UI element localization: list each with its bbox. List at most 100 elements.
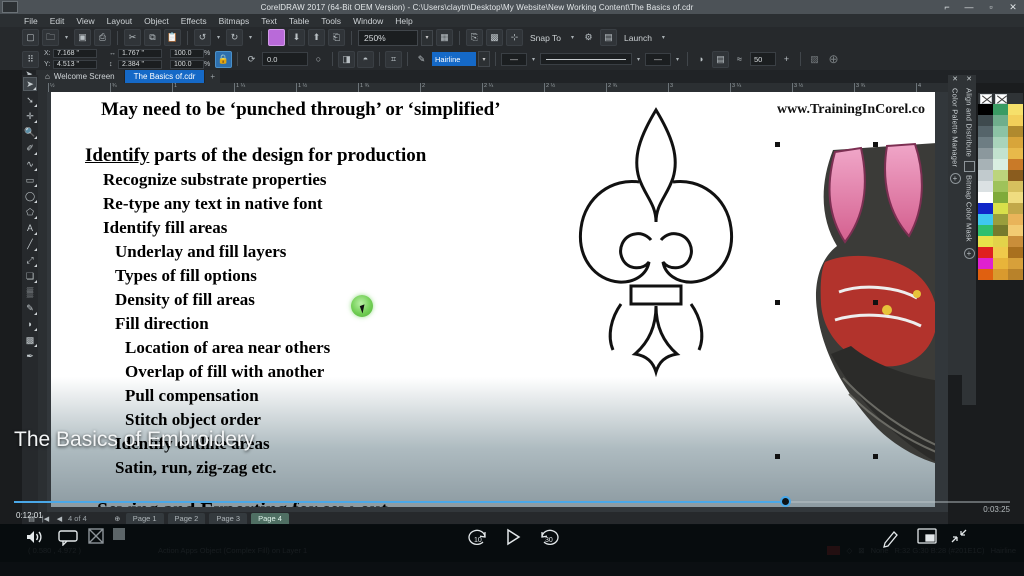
text-tool-icon[interactable]: A bbox=[23, 221, 37, 235]
scale-horizontal-input[interactable]: 100.0 bbox=[170, 49, 204, 58]
mirror-horizontal-icon[interactable]: ◨ bbox=[338, 50, 355, 68]
color-swatch[interactable] bbox=[978, 236, 993, 247]
object-position-group[interactable]: X: 7.168 " Y: 4.513 " bbox=[44, 49, 97, 69]
open-document-icon[interactable]: 🗀 bbox=[42, 29, 59, 46]
blend-icon[interactable]: ≈ bbox=[731, 51, 748, 68]
close-icon[interactable]: ✕ bbox=[952, 75, 958, 85]
view-grid-icon[interactable]: ▩ bbox=[486, 29, 503, 46]
color-swatch[interactable] bbox=[978, 159, 993, 170]
airplay-icon[interactable] bbox=[88, 528, 104, 544]
previous-page-icon[interactable]: ◀ bbox=[54, 514, 65, 524]
lock-ratio-icon[interactable]: 🔒 bbox=[215, 50, 232, 68]
paste-icon[interactable]: 📋 bbox=[164, 29, 181, 46]
selection-handle[interactable] bbox=[775, 454, 780, 459]
color-swatch[interactable] bbox=[1008, 115, 1023, 126]
selection-handle[interactable] bbox=[873, 142, 878, 147]
color-swatch[interactable] bbox=[1008, 148, 1023, 159]
publish-pdf-icon[interactable]: ⎗ bbox=[328, 29, 345, 46]
color-swatch[interactable] bbox=[1008, 170, 1023, 181]
color-swatch[interactable] bbox=[993, 170, 1008, 181]
y-position-input[interactable]: 4.513 " bbox=[53, 60, 97, 69]
color-swatch[interactable] bbox=[993, 247, 1008, 258]
color-swatch[interactable] bbox=[993, 258, 1008, 269]
guidelines-icon[interactable]: ⊹ bbox=[506, 29, 523, 46]
width-input[interactable]: 1.767 " bbox=[118, 49, 162, 58]
color-swatch[interactable] bbox=[978, 214, 993, 225]
zoom-to-fit-icon[interactable]: ▦ bbox=[436, 29, 453, 46]
freehand-tool-icon[interactable]: ✐ bbox=[23, 141, 37, 155]
line-style-select[interactable] bbox=[540, 53, 632, 65]
connector-tool-icon[interactable]: ⤢ bbox=[23, 253, 37, 267]
rectangle-tool-icon[interactable]: ▭ bbox=[23, 173, 37, 187]
open-recent-chevron-icon[interactable]: ▾ bbox=[62, 29, 71, 46]
interactive-fill-icon[interactable]: ◗ bbox=[23, 317, 37, 331]
color-swatch[interactable] bbox=[993, 181, 1008, 192]
outline-width-select[interactable]: Hairline bbox=[432, 52, 476, 66]
outline-pen-icon[interactable]: ✒ bbox=[23, 349, 37, 363]
new-document-icon[interactable]: ▢ bbox=[22, 29, 39, 46]
menu-item-object[interactable]: Object bbox=[144, 16, 169, 26]
menu-bar[interactable]: File Edit View Layout Object Effects Bit… bbox=[0, 14, 1024, 27]
color-swatch[interactable] bbox=[978, 269, 993, 280]
start-arrow-select[interactable]: — bbox=[501, 52, 527, 66]
snap-to-label[interactable]: Snap To bbox=[530, 33, 561, 43]
no-color-swatch[interactable] bbox=[993, 93, 1008, 104]
end-arrow-select[interactable]: — bbox=[645, 52, 671, 66]
redo-chevron-icon[interactable]: ▾ bbox=[246, 29, 255, 46]
color-swatch[interactable] bbox=[993, 137, 1008, 148]
gear-icon[interactable]: ⚙ bbox=[580, 29, 597, 46]
menu-item-edit[interactable]: Edit bbox=[50, 16, 65, 26]
add-docker-button[interactable]: + bbox=[963, 247, 975, 259]
page-tab-2[interactable]: Page 2 bbox=[167, 513, 206, 524]
scrubber-handle[interactable] bbox=[780, 496, 791, 507]
blend-steps-input[interactable]: 50 bbox=[750, 52, 776, 66]
color-swatch[interactable] bbox=[993, 225, 1008, 236]
stop-icon[interactable] bbox=[113, 528, 125, 540]
color-swatch[interactable] bbox=[978, 126, 993, 137]
menu-item-effects[interactable]: Effects bbox=[181, 16, 207, 26]
outline-pen-icon[interactable]: ✎ bbox=[413, 51, 430, 68]
height-input[interactable]: 2.384 " bbox=[118, 60, 162, 69]
undo-chevron-icon[interactable]: ▾ bbox=[214, 29, 223, 46]
color-swatch[interactable] bbox=[993, 104, 1008, 115]
color-swatch[interactable] bbox=[993, 115, 1008, 126]
page-tab-1[interactable]: Page 1 bbox=[125, 513, 164, 524]
pencil-markup-icon[interactable] bbox=[882, 528, 900, 548]
close-button[interactable]: ✕ bbox=[1002, 0, 1024, 14]
menu-item-file[interactable]: File bbox=[24, 16, 38, 26]
blend-plus-icon[interactable]: + bbox=[778, 51, 795, 68]
redo-icon[interactable]: ↻ bbox=[226, 29, 243, 46]
window-controls[interactable]: ⌐ — ▫ ✕ bbox=[936, 0, 1024, 14]
color-swatch[interactable] bbox=[1008, 126, 1023, 137]
color-swatch[interactable] bbox=[1008, 104, 1023, 115]
copy-icon[interactable]: ⧉ bbox=[144, 29, 161, 46]
embroidered-faces-bitmap[interactable] bbox=[791, 142, 935, 472]
color-swatch[interactable] bbox=[1008, 137, 1023, 148]
save-icon[interactable]: ▣ bbox=[74, 29, 91, 46]
menu-item-tools[interactable]: Tools bbox=[321, 16, 341, 26]
color-swatch[interactable] bbox=[978, 115, 993, 126]
scale-vertical-input[interactable]: 100.0 bbox=[170, 60, 204, 69]
maximize-button[interactable]: ▫ bbox=[980, 0, 1002, 14]
color-swatch[interactable] bbox=[1008, 203, 1023, 214]
property-bar[interactable]: ⠿ X: 7.168 " Y: 4.513 " ↔ 1.767 " ↕ 2.38… bbox=[0, 48, 1024, 70]
docker-color-palette-manager[interactable]: ✕ Color Palette Manager + bbox=[948, 75, 962, 375]
color-swatch[interactable] bbox=[993, 148, 1008, 159]
page-tab-4[interactable]: Page 4 bbox=[251, 513, 289, 524]
launch-chevron-icon[interactable]: ▾ bbox=[659, 29, 668, 46]
selection-handle[interactable] bbox=[775, 142, 780, 147]
color-swatch[interactable] bbox=[993, 203, 1008, 214]
color-swatch[interactable] bbox=[993, 236, 1008, 247]
menu-item-window[interactable]: Window bbox=[353, 16, 383, 26]
closed-captions-icon[interactable] bbox=[57, 528, 79, 546]
polygon-tool-icon[interactable]: ⬠ bbox=[23, 205, 37, 219]
page-tab-3[interactable]: Page 3 bbox=[209, 513, 248, 524]
new-document-tab-button[interactable]: + bbox=[205, 70, 221, 83]
object-position-icon[interactable]: ⠿ bbox=[22, 50, 39, 68]
print-icon[interactable]: ⎙ bbox=[94, 29, 111, 46]
close-icon[interactable]: ✕ bbox=[966, 75, 972, 85]
color-swatch[interactable] bbox=[993, 126, 1008, 137]
standard-toolbar[interactable]: ▢ 🗀 ▾ ▣ ⎙ ✂ ⧉ 📋 ↺ ▾ ↻ ▾ ⬇ ⬆ ⎗ 250% ▾ ▦ ⎘… bbox=[0, 27, 1024, 48]
launch-label[interactable]: Launch bbox=[624, 33, 652, 43]
palette-scroll-up[interactable] bbox=[1008, 93, 1023, 104]
